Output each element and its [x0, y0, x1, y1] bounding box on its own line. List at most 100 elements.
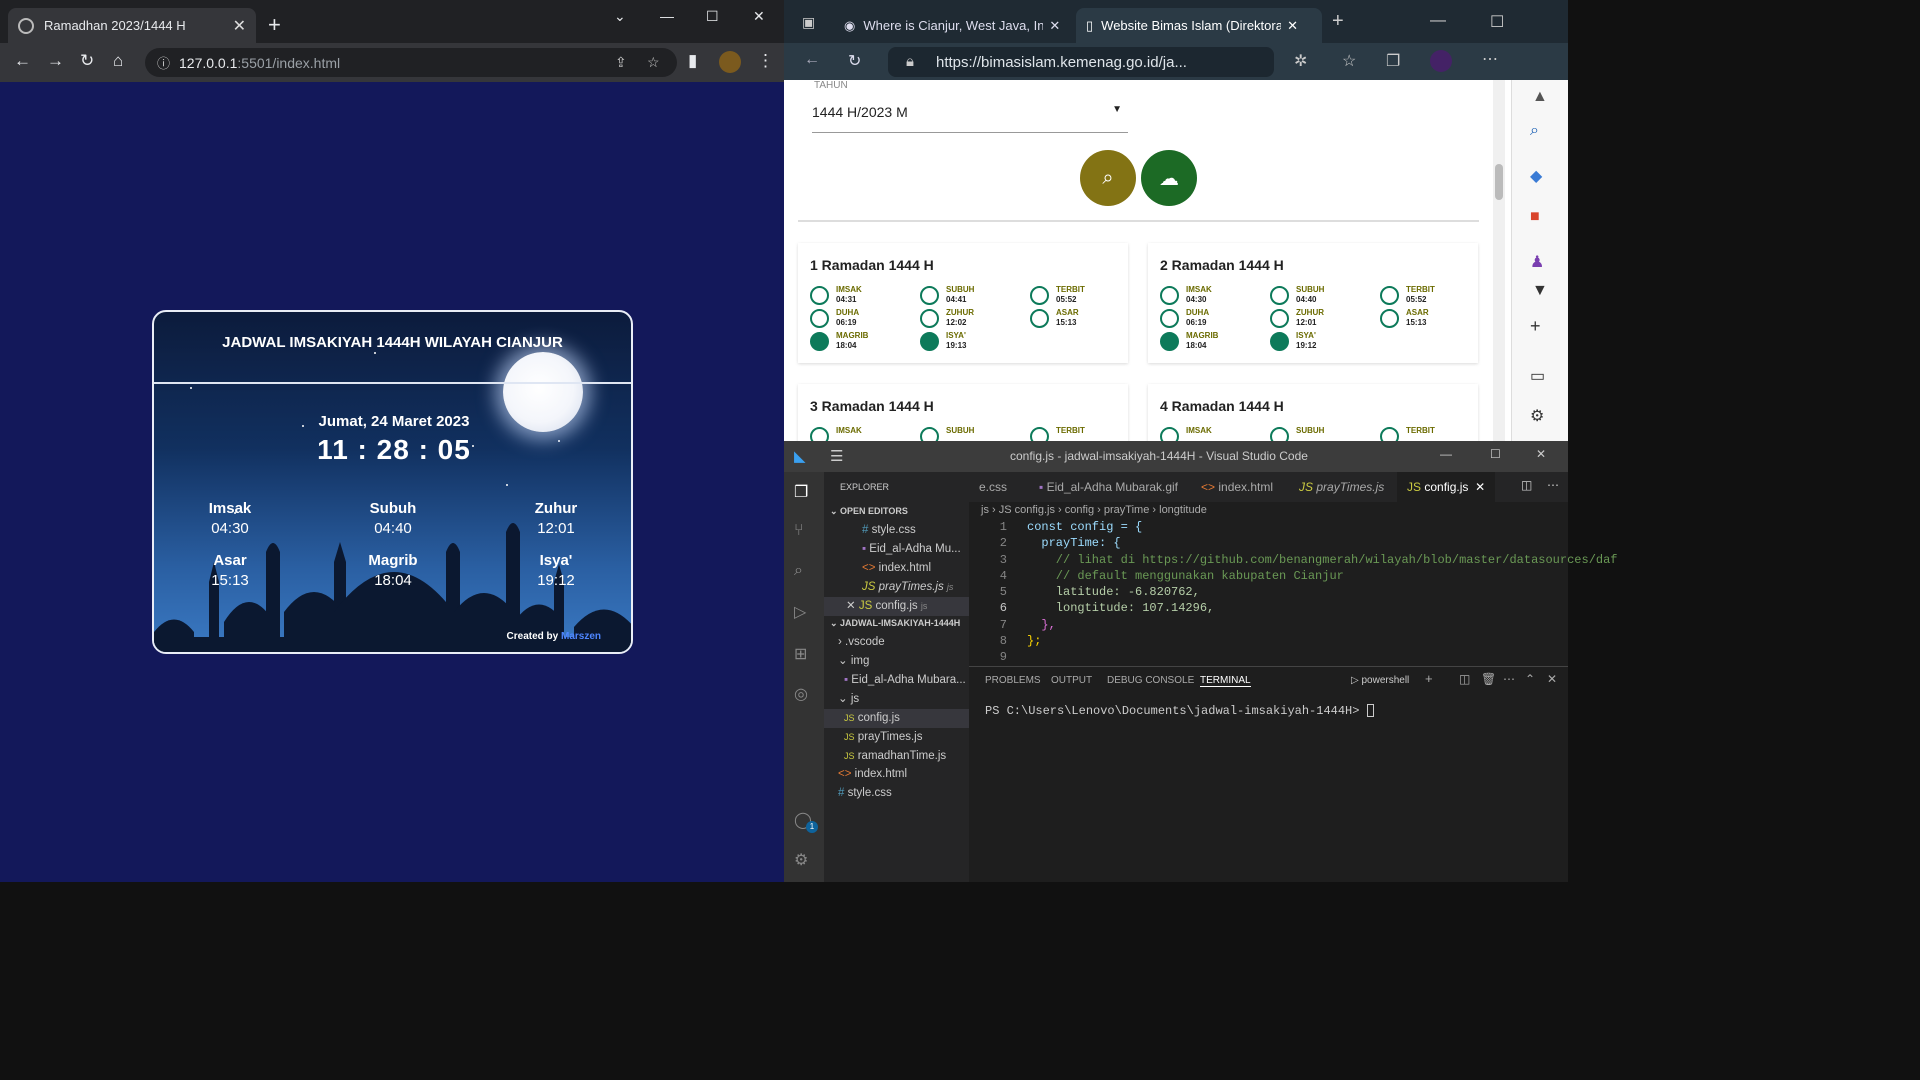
home-icon[interactable]: ⌂ [113, 51, 123, 71]
terminal-output[interactable]: PS C:\Users\Lenovo\Documents\jadwal-imsa… [985, 704, 1374, 718]
edge-devtools-icon[interactable]: ◎ [794, 684, 814, 704]
chevron-down-icon[interactable]: ⌄ [614, 8, 626, 25]
tree-folder[interactable]: ⌄ img [824, 652, 969, 671]
collections-icon[interactable]: ❐ [1386, 51, 1400, 71]
maximize-button[interactable]: ☐ [1490, 12, 1504, 32]
address-bar[interactable]: ⓘ 127.0.0.1:5501/index.html ⇪ ☆ [145, 48, 677, 77]
breadcrumb-item[interactable]: prayTime [1104, 504, 1149, 516]
code-lines[interactable]: 1 const config = { 2 prayTime: { 3 // lih… [969, 519, 1618, 666]
new-terminal-icon[interactable]: + [1425, 671, 1433, 686]
minimize-button[interactable]: — [1430, 12, 1446, 30]
open-editors-header[interactable]: ⌄ OPEN EDITORS [824, 502, 969, 521]
new-tab-button[interactable]: + [1332, 10, 1344, 33]
share-icon[interactable]: ⇪ [615, 54, 627, 71]
panel-tab-terminal[interactable]: TERMINAL [1200, 675, 1251, 687]
breadcrumb-item[interactable]: longtitude [1159, 504, 1207, 516]
edge-tab-bimas[interactable]: ▯ Website Bimas Islam (Direktorat ✕ [1076, 8, 1322, 43]
tree-folder[interactable]: ⌄ js [824, 690, 969, 709]
run-debug-icon[interactable]: ▷ [794, 602, 814, 622]
sidepanel-icon[interactable]: ▮ [688, 51, 697, 71]
extensions-icon[interactable]: ✲ [1294, 51, 1307, 71]
trash-icon[interactable]: 🗑︎ [1481, 672, 1496, 686]
reload-icon[interactable]: ↻ [80, 51, 94, 71]
split-editor-icon[interactable]: ◫ [1521, 478, 1532, 492]
tree-folder[interactable]: › .vscode [824, 633, 969, 652]
tools-icon[interactable]: ■ [1530, 208, 1540, 226]
editor-tab[interactable]: ▪ Eid_al-Adha Mubarak.gif [1029, 472, 1188, 502]
tree-file[interactable]: # style.css [824, 784, 969, 803]
games-icon[interactable]: ♟ [1530, 252, 1544, 272]
chevron-down-icon[interactable]: ▼ [1532, 282, 1548, 300]
new-tab-button[interactable]: + [268, 12, 281, 38]
favorites-icon[interactable]: ☆ [1342, 51, 1356, 71]
browser-tab[interactable]: Ramadhan 2023/1444 H ✕ [8, 8, 256, 43]
tag-icon[interactable]: ◆ [1530, 166, 1542, 186]
breadcrumb-item[interactable]: config [1065, 504, 1094, 516]
source-control-icon[interactable]: ⑂ [794, 522, 814, 542]
avatar[interactable] [719, 51, 741, 73]
open-file[interactable]: ▪ Eid_al-Adha Mu... [824, 540, 969, 559]
credit-author-link[interactable]: Marszen [561, 631, 601, 642]
files-icon[interactable]: ❐ [794, 482, 814, 502]
editor-tab[interactable]: <> index.html [1191, 472, 1283, 502]
close-panel-icon[interactable]: ✕ [1547, 672, 1557, 686]
scroll-thumb[interactable] [1495, 164, 1503, 200]
menu-icon[interactable]: ⋯ [1482, 49, 1498, 69]
close-tab-icon[interactable]: ✕ [233, 16, 246, 36]
edge-tab-map[interactable]: ◉ Where is Cianjur, West Java, Indo ✕ [834, 8, 1074, 43]
scrollbar[interactable] [1493, 80, 1505, 441]
gear-icon[interactable]: ⚙ [1530, 406, 1544, 426]
tree-file[interactable]: JS ramadhanTime.js [824, 747, 969, 766]
close-tab-icon[interactable]: ✕ [1287, 18, 1298, 34]
search-icon[interactable]: ⌕ [794, 562, 814, 582]
minimize-button[interactable]: — [1440, 447, 1452, 461]
close-icon[interactable]: ✕ [846, 600, 856, 612]
breadcrumb-item[interactable]: js [981, 504, 989, 516]
close-tab-icon[interactable]: ✕ [1049, 18, 1060, 34]
open-file[interactable]: JS prayTimes.js js [824, 578, 969, 597]
search-button[interactable]: ⌕ [1080, 150, 1136, 206]
add-icon[interactable]: + [1530, 316, 1541, 337]
tab-actions-icon[interactable]: ▣ [802, 14, 815, 31]
project-header[interactable]: ⌄ JADWAL-IMSAKIYAH-1444H [824, 614, 969, 633]
avatar[interactable] [1430, 50, 1452, 72]
editor-tab-active[interactable]: JS config.js ✕ [1397, 472, 1496, 502]
maximize-button[interactable]: ☐ [706, 8, 719, 25]
gear-icon[interactable]: ⚙ [794, 850, 814, 870]
editor-tab[interactable]: e.css [969, 472, 1017, 502]
close-window-button[interactable]: ✕ [1536, 447, 1546, 461]
panel-tab-output[interactable]: OUTPUT [1051, 675, 1092, 686]
menu-icon[interactable]: ⋮ [757, 51, 774, 71]
more-icon[interactable]: ⋯ [1547, 478, 1559, 492]
tree-file[interactable]: <> index.html [824, 765, 969, 784]
breadcrumb-item[interactable]: JS config.js [999, 504, 1055, 516]
split-terminal-icon[interactable]: ◫ [1459, 672, 1470, 686]
chevron-up-icon[interactable]: ⌃ [1525, 672, 1535, 686]
reload-icon[interactable]: ↻ [848, 51, 861, 71]
star-icon[interactable]: ☆ [647, 54, 660, 71]
menu-icon[interactable]: ☰ [830, 447, 843, 465]
back-icon[interactable]: ← [14, 51, 31, 71]
panel-tab-debug[interactable]: DEBUG CONSOLE [1107, 675, 1194, 686]
shell-selector[interactable]: ▷ powershell [1351, 675, 1409, 686]
tahun-select[interactable]: 1444 H/2023 M ▼ [812, 104, 1128, 133]
open-file[interactable]: # style.css [824, 521, 969, 540]
address-bar[interactable]: 🔒︎ https://bimasislam.kemenag.go.id/ja..… [888, 47, 1274, 77]
panel-tab-problems[interactable]: PROBLEMS [985, 675, 1041, 686]
sidebar-toggle-icon[interactable]: ▭ [1530, 366, 1545, 386]
chevron-up-icon[interactable]: ▲ [1532, 88, 1548, 106]
minimize-button[interactable]: — [660, 8, 674, 24]
maximize-button[interactable]: ☐ [1490, 447, 1501, 461]
extensions-icon[interactable]: ⊞ [794, 644, 814, 664]
search-icon[interactable]: ⌕ [1530, 122, 1539, 140]
close-window-button[interactable]: ✕ [753, 8, 765, 25]
editor-tab[interactable]: JS prayTimes.js [1289, 472, 1394, 502]
more-icon[interactable]: ⋯ [1503, 672, 1515, 686]
back-icon[interactable]: ← [804, 51, 820, 69]
download-button[interactable]: ☁ [1141, 150, 1197, 206]
tree-file[interactable]: JS config.js [824, 709, 969, 728]
tree-file[interactable]: JS prayTimes.js [824, 728, 969, 747]
forward-icon[interactable]: → [47, 51, 64, 71]
tree-file[interactable]: ▪ Eid_al-Adha Mubara... [824, 671, 969, 690]
open-file[interactable]: <> index.html [824, 559, 969, 578]
